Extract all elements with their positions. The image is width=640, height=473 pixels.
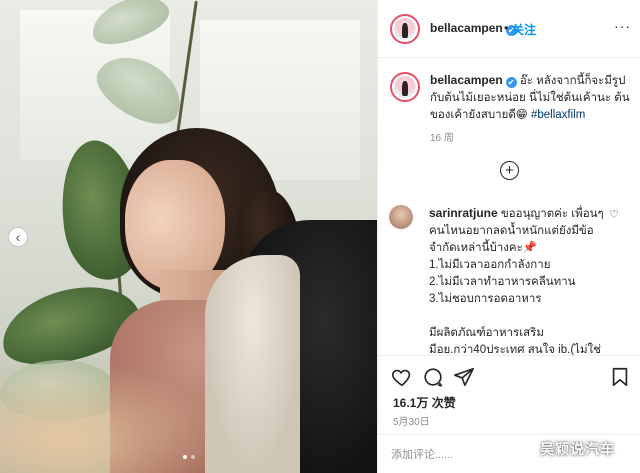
- carousel-dot: [183, 455, 187, 459]
- chevron-left-icon: ‹: [15, 229, 21, 245]
- verified-badge-icon: ✔: [505, 77, 517, 88]
- author-avatar[interactable]: [390, 14, 420, 44]
- carousel-dot: [191, 455, 195, 459]
- commenter-avatar[interactable]: [389, 205, 413, 229]
- load-more-comments-button[interactable]: +: [500, 161, 519, 180]
- add-comment-input[interactable]: [391, 445, 541, 465]
- post-header: bellacampen ✔ • 关注 ···: [378, 0, 640, 58]
- watermark: 吴颖说汽车: [540, 441, 615, 457]
- carousel-prev-button[interactable]: ‹: [8, 227, 28, 247]
- more-options-icon[interactable]: ···: [614, 18, 631, 34]
- caption-timestamp[interactable]: 16 周: [430, 129, 454, 144]
- caption-username[interactable]: bellacampen: [430, 73, 503, 87]
- post-photo[interactable]: ‹: [0, 0, 377, 473]
- caption-author-avatar[interactable]: [390, 72, 420, 102]
- carousel-indicator: [183, 455, 195, 459]
- header-separator: •: [504, 21, 509, 35]
- post-side-panel: bellacampen ✔ • 关注 ··· bellacampen ✔ อ๊ะ ห…: [377, 0, 640, 473]
- plus-circle-icon: +: [505, 162, 514, 179]
- follow-button[interactable]: 关注: [512, 21, 536, 38]
- caption-hashtag[interactable]: #bellaxfilm: [531, 109, 585, 121]
- comment-like-icon[interactable]: ♡: [609, 208, 619, 221]
- post-caption: bellacampen ✔ อ๊ะ หลังจากนี้ก็จะมีรูปกับต…: [430, 72, 630, 124]
